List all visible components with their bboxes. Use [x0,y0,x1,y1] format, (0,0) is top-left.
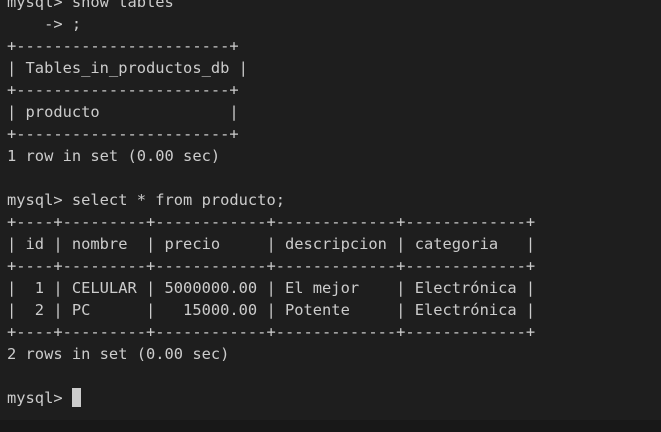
table-row: | producto | [7,103,239,121]
table-border: +----+---------+------------+-----------… [7,323,536,341]
table-row: | 1 | CELULAR | 5000000.00 | El mejor | … [7,279,536,297]
command-line: mysql> select * from producto; [7,191,285,209]
table-row: | 2 | PC | 15000.00 | Potente | Electrón… [7,301,536,319]
prompt-text: mysql> [7,389,72,407]
table-border: +----+---------+------------+-----------… [7,213,536,231]
table-border: +-----------------------+ [7,81,239,99]
prompt-line[interactable]: mysql> [7,387,661,409]
table-border: +-----------------------+ [7,125,239,143]
table-border: +-----------------------+ [7,37,239,55]
table-header: | Tables_in_productos_db | [7,59,248,77]
command-line: mysql> show tables [7,0,174,11]
result-summary: 2 rows in set (0.00 sec) [7,345,230,363]
table-header: | id | nombre | precio | descripcion | c… [7,235,536,253]
result-summary: 1 row in set (0.00 sec) [7,147,221,165]
terminal-window[interactable]: mysql> show tables -> ; +---------------… [0,0,661,432]
text-cursor [71,388,81,407]
continuation-line: -> ; [7,15,82,33]
terminal-bottom-edge [0,420,661,432]
table-border: +----+---------+------------+-----------… [7,257,536,275]
